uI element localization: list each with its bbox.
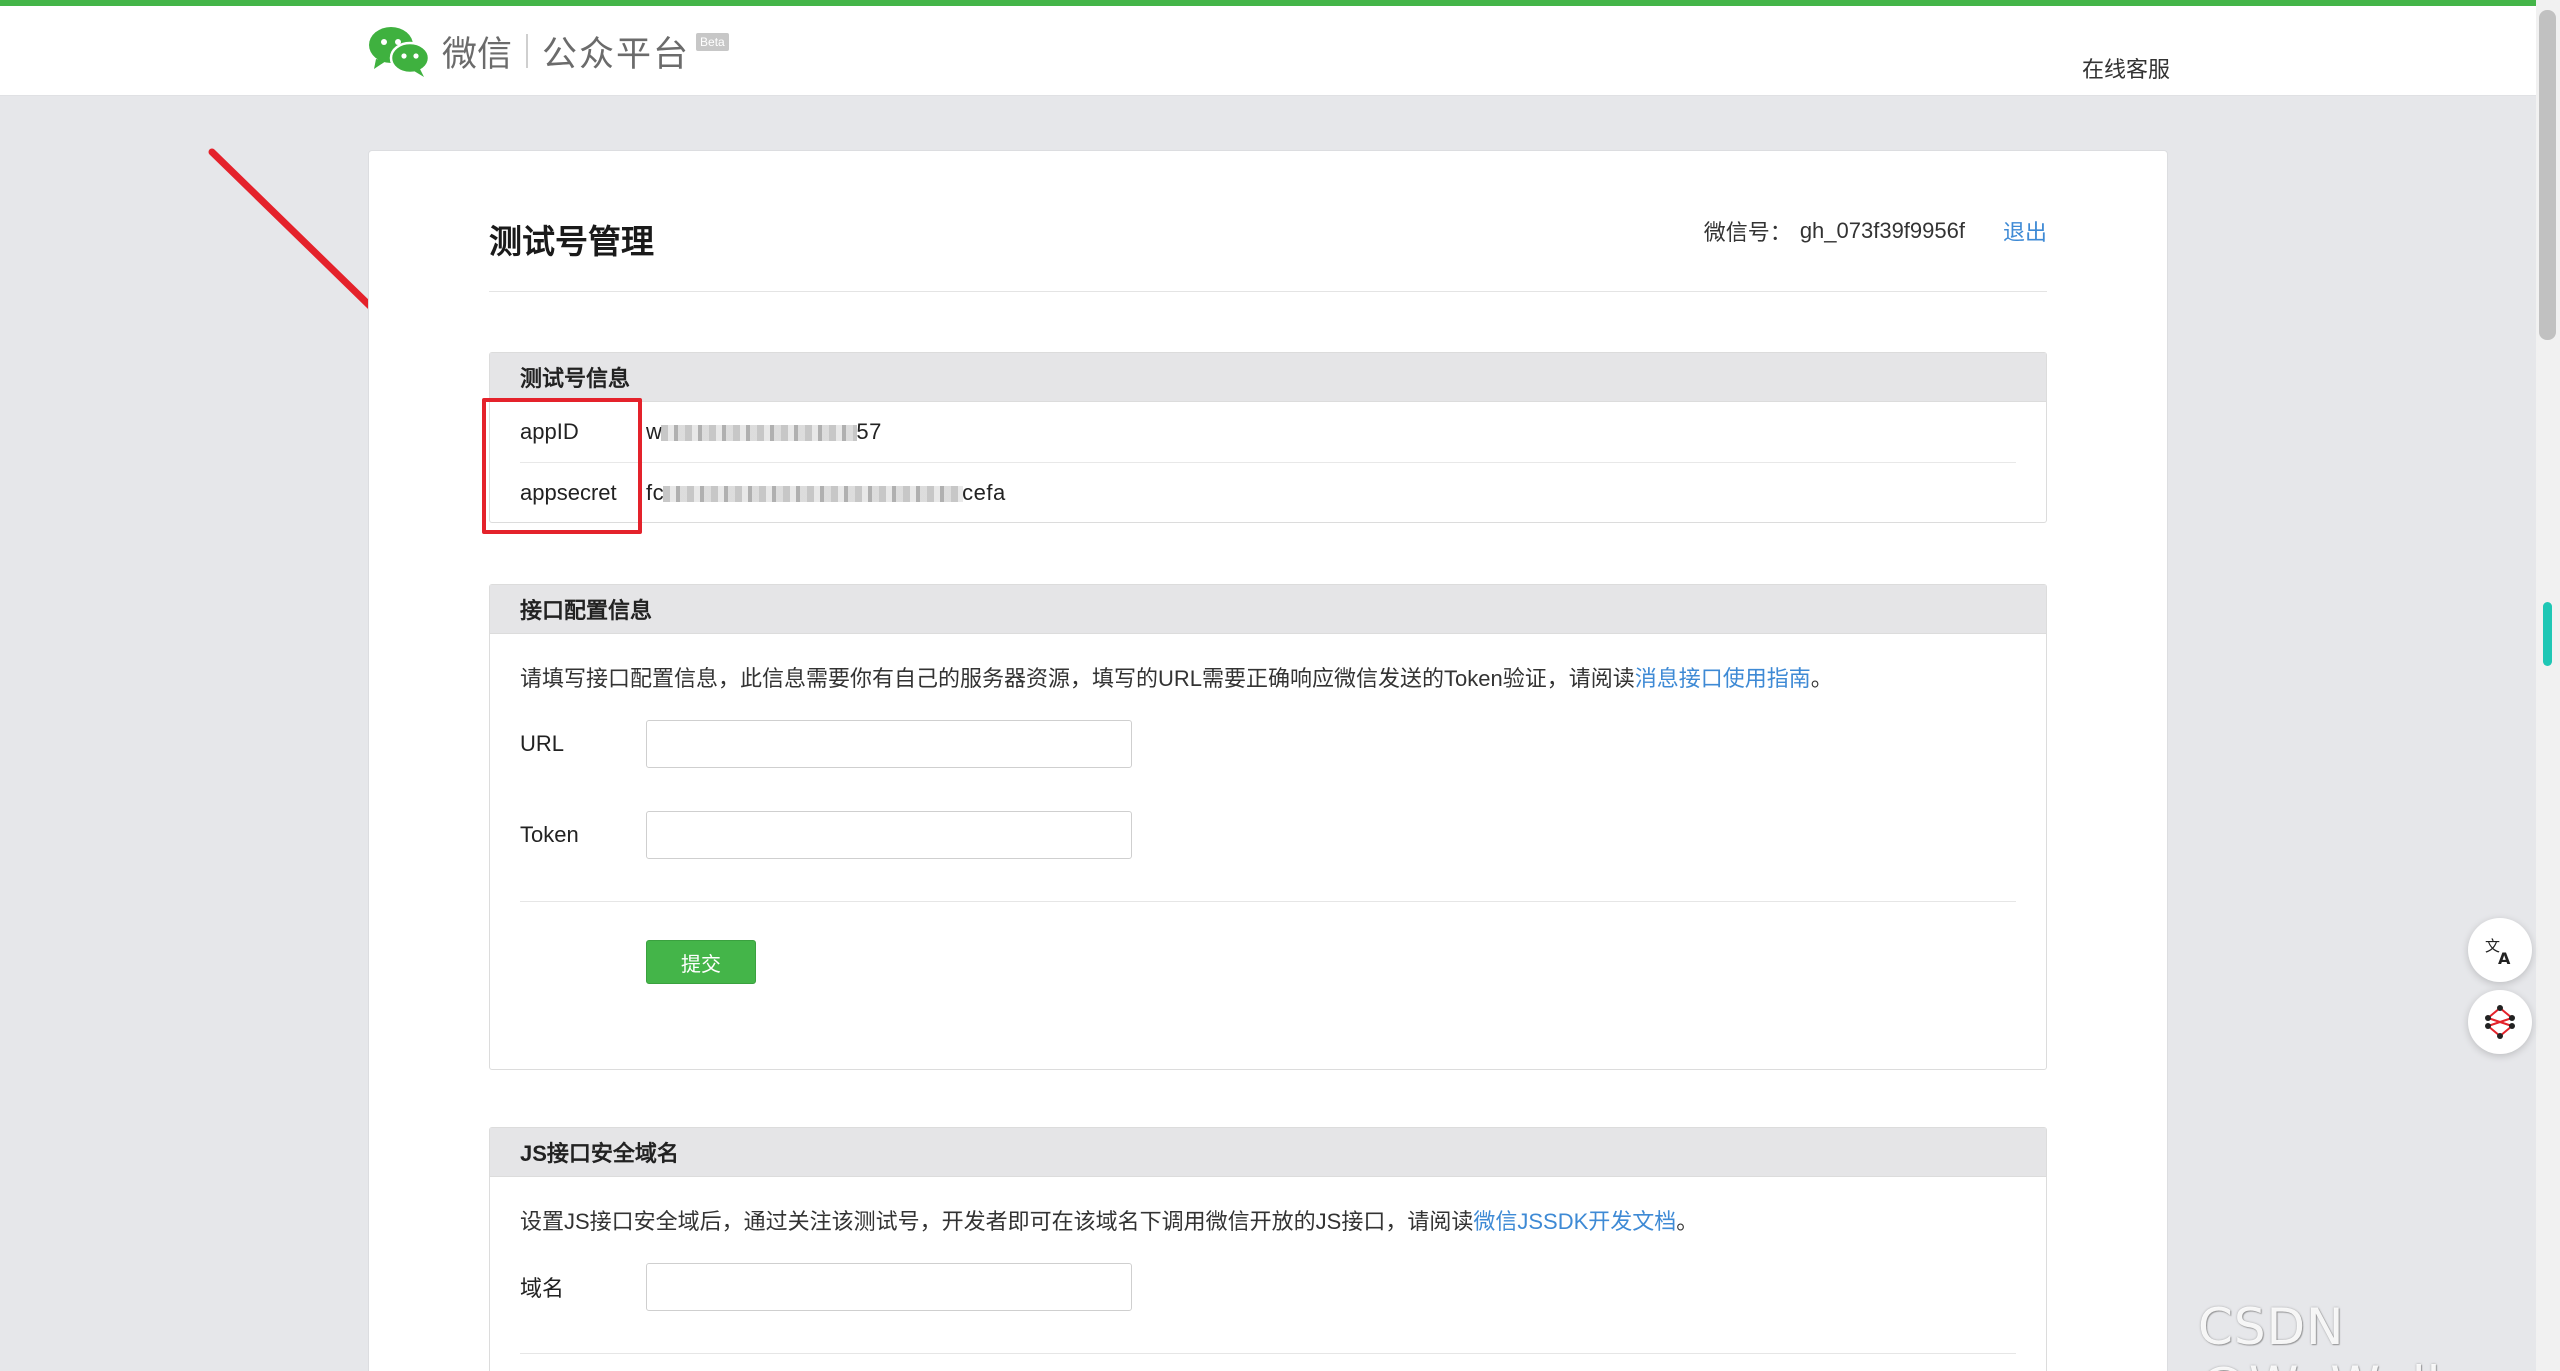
url-input[interactable]: [646, 720, 1132, 768]
appsecret-row: appsecret fc cefa: [520, 462, 2016, 522]
main-content-card: 测试号管理 微信号： gh_073f39f9956f 退出 测试号信息 appI…: [368, 150, 2168, 1371]
title-divider: [489, 291, 2047, 292]
interface-config-section: 接口配置信息 请填写接口配置信息，此信息需要你有自己的服务器资源，填写的URL需…: [489, 584, 2047, 1070]
account-id: gh_073f39f9956f: [1799, 218, 1965, 243]
interface-config-heading: 接口配置信息: [490, 585, 2046, 634]
appsecret-blurred: [663, 485, 964, 502]
appsecret-suffix: cefa: [962, 479, 1006, 505]
page-scrollbar[interactable]: [2536, 0, 2560, 1371]
domain-row: 域名: [520, 1263, 2046, 1311]
appsecret-value: fc cefa: [646, 480, 1006, 506]
js-domain-text-end: 。: [1676, 1209, 1699, 1234]
appid-prefix: w: [646, 419, 663, 444]
logo-platform-text: 公众平台: [542, 34, 691, 74]
js-domain-description: 设置JS接口安全域后，通过关注该测试号，开发者即可在该域名下调用微信开放的JS接…: [490, 1177, 2046, 1237]
jssdk-doc-link[interactable]: 微信JSSDK开发文档: [1473, 1209, 1676, 1234]
account-label: 微信号：: [1703, 220, 1792, 245]
ai-assistant-button[interactable]: [2468, 990, 2532, 1054]
js-domain-heading: JS接口安全域名: [490, 1128, 2046, 1177]
appid-row: appID w 57: [520, 402, 2016, 462]
submit-row: 提交: [646, 940, 2046, 984]
translate-button[interactable]: 文 A: [2468, 918, 2532, 982]
translate-icon: 文 A: [2485, 937, 2511, 967]
logo-separator: [526, 34, 529, 68]
appid-blurred: [661, 425, 858, 442]
logout-link[interactable]: 退出: [2003, 215, 2047, 247]
scrollbar-thumb[interactable]: [2539, 10, 2556, 340]
domain-input[interactable]: [646, 1263, 1132, 1311]
interface-config-description: 请填写接口配置信息，此信息需要你有自己的服务器资源，填写的URL需要正确响应微信…: [490, 634, 2046, 694]
token-label: Token: [520, 822, 579, 847]
interface-config-text-end: 。: [1810, 666, 1833, 691]
domain-label: 域名: [520, 1276, 565, 1301]
logo-wechat-text: 微信: [442, 34, 513, 74]
url-label: URL: [520, 731, 565, 756]
form-divider: [520, 901, 2016, 902]
page-title: 测试号管理: [489, 223, 654, 260]
interface-config-text: 请填写接口配置信息，此信息需要你有自己的服务器资源，填写的URL需要正确响应微信…: [520, 666, 1635, 691]
annotation-highlight-box: [482, 398, 642, 534]
test-account-section: 测试号信息 appID w 57 appsecret fc cefa: [489, 352, 2047, 523]
network-icon: [2485, 1005, 2515, 1039]
svg-text:A: A: [2498, 949, 2511, 967]
appid-value: w 57: [646, 419, 882, 445]
beta-badge: Beta: [696, 33, 729, 51]
message-api-guide-link[interactable]: 消息接口使用指南: [1635, 666, 1811, 691]
scroll-position-indicator: [2543, 602, 2552, 666]
submit-button[interactable]: 提交: [646, 940, 756, 984]
js-domain-section: JS接口安全域名 设置JS接口安全域后，通过关注该测试号，开发者即可在该域名下调…: [489, 1127, 2047, 1371]
appid-suffix: 57: [856, 419, 882, 444]
appsecret-prefix: fc: [646, 479, 665, 505]
js-domain-text: 设置JS接口安全域后，通过关注该测试号，开发者即可在该域名下调用微信开放的JS接…: [520, 1209, 1474, 1234]
js-domain-divider: [520, 1353, 2016, 1354]
token-input[interactable]: [646, 811, 1132, 859]
csdn-watermark: CSDN @WuWull: [2198, 1298, 2440, 1371]
site-header: 微信 公众平台 Beta 在线客服: [0, 6, 2536, 96]
account-info: 微信号： gh_073f39f9956f 退出: [1704, 215, 2047, 247]
wechat-mp-logo[interactable]: 微信 公众平台 Beta: [366, 21, 729, 81]
online-service-link[interactable]: 在线客服: [2082, 52, 2170, 84]
wechat-logo-icon: [369, 27, 431, 77]
test-account-heading: 测试号信息: [490, 353, 2046, 402]
token-row: Token: [520, 811, 2046, 859]
url-row: URL: [520, 720, 2046, 768]
